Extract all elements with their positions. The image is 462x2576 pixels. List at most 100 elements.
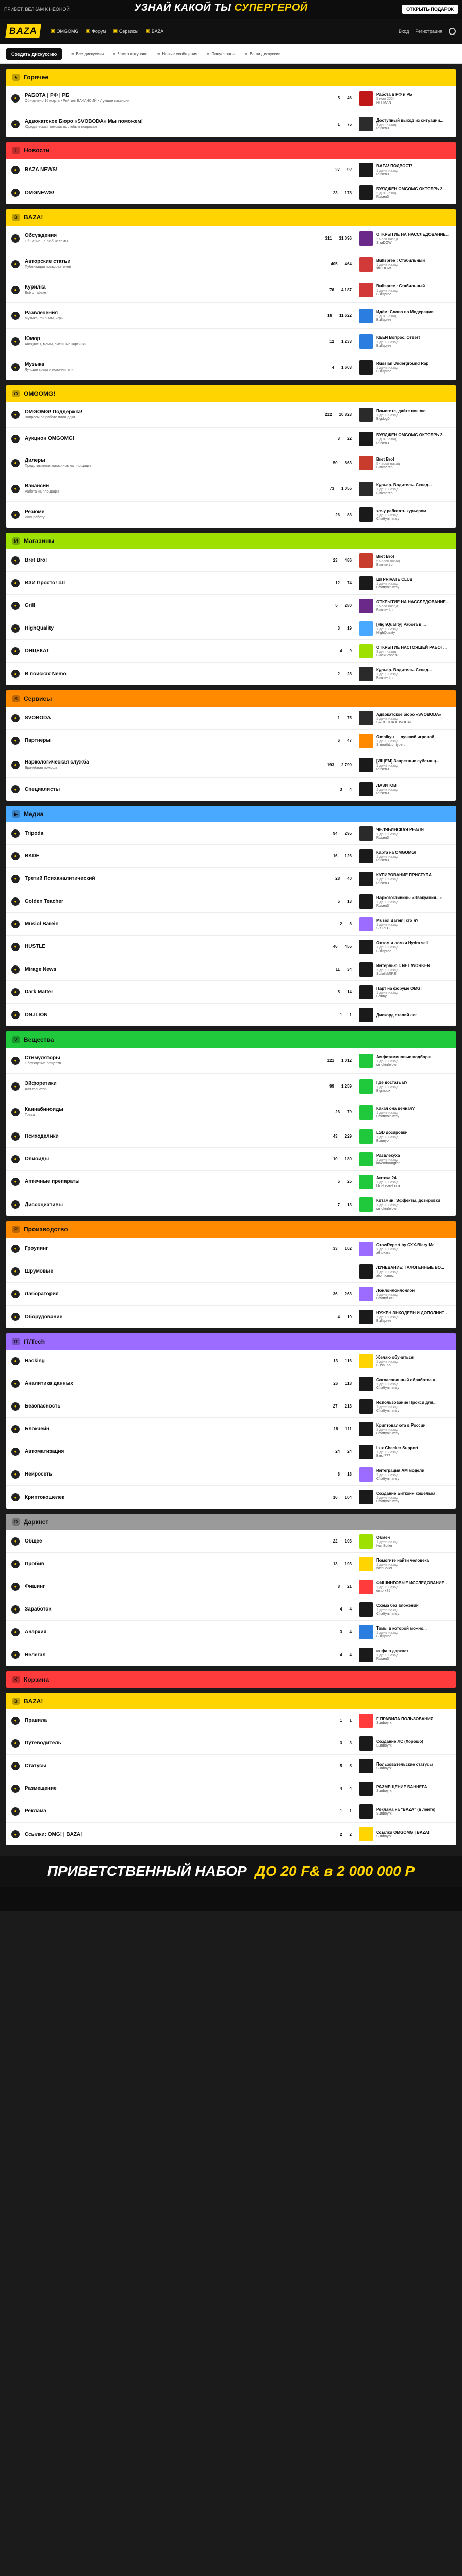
- latest-post[interactable]: Идём: Слово по Модерации 2 дня назад Bulls…: [359, 308, 451, 323]
- forum-node[interactable]: ● Стимуляторы Обсуждение веществ 121 1 012 Ам…: [6, 1048, 456, 1074]
- latest-post-user[interactable]: Rusen3: [376, 195, 446, 199]
- node-title-link[interactable]: Криптокошелек: [25, 1495, 310, 1500]
- latest-post-user[interactable]: BlackBrones7: [376, 654, 450, 657]
- latest-post-title[interactable]: ЧЕЛЯБИНСКАЯ РЕАЛЯ: [376, 827, 424, 832]
- avatar[interactable]: [359, 1781, 373, 1796]
- latest-post-user[interactable]: Rusen3: [376, 768, 439, 771]
- node-title-link[interactable]: Реклама: [25, 1808, 310, 1814]
- latest-post-title[interactable]: Криптовалюта в России: [376, 1423, 426, 1428]
- forum-node[interactable]: ● Ссылки: OMG! | BAZA! 2 2 Ссылки OMGOMG | B…: [6, 1823, 456, 1845]
- avatar[interactable]: [359, 849, 373, 863]
- node-title-link[interactable]: Tripoda: [25, 831, 310, 836]
- avatar[interactable]: [359, 1079, 373, 1094]
- latest-post-title[interactable]: Доступный выход из ситуации...: [376, 118, 443, 123]
- latest-post[interactable]: Кетамин: Эффекты, дозировки 1 день назад s…: [359, 1197, 451, 1212]
- avatar[interactable]: [359, 733, 373, 748]
- latest-post-user[interactable]: ShaDOW: [376, 241, 449, 245]
- forum-node[interactable]: ● Каннабиноиды Трава 26 79 Какая она ценная? 1…: [6, 1099, 456, 1125]
- avatar[interactable]: [359, 1286, 373, 1301]
- latest-post[interactable]: KEEN Вопрос. Ответ! 1 день назад Bullspree: [359, 334, 451, 349]
- node-title-link[interactable]: Резюме: [25, 509, 310, 515]
- latest-post-user[interactable]: Bullspree: [376, 293, 425, 296]
- forum-node[interactable]: ● ОНЦЕКАТ 4 9 ОТКРЫТИЕ НАСТОЯЩЕЙ РАБОТЫ... 3 …: [6, 640, 456, 663]
- avatar[interactable]: [359, 1556, 373, 1571]
- subbar-link-4[interactable]: ≡ Ваши дискуссии: [245, 52, 281, 57]
- latest-post-title[interactable]: Интеграция AM модели: [376, 1468, 424, 1473]
- latest-post-title[interactable]: Схема без вложений: [376, 1603, 419, 1608]
- node-title-link[interactable]: ON.ILION: [25, 1012, 310, 1018]
- latest-post[interactable]: БУЯДЖЕН OMGOMG ОКТЯБРЬ 2... 2 дня назад Ru…: [359, 185, 451, 200]
- latest-post-title[interactable]: Желаю обучиться: [376, 1355, 414, 1360]
- node-title-link[interactable]: Наркологическая служба: [25, 759, 310, 765]
- node-title-link[interactable]: Статусы: [25, 1763, 310, 1769]
- latest-post[interactable]: хочу работать курьером 1 день назад Chatty…: [359, 507, 451, 522]
- forum-node[interactable]: ● Tripoda 94 295 ЧЕЛЯБИНСКАЯ РЕАЛЯ 1 день наз…: [6, 822, 456, 845]
- node-title-link[interactable]: Дилеры: [25, 457, 310, 463]
- forum-node[interactable]: ● Резюме Ищу работу 26 83 хочу работать курье…: [6, 502, 456, 528]
- nav-item-0[interactable]: ▣ OMGOMG: [51, 28, 79, 34]
- forum-node[interactable]: ● Нейросеть 8 18 Интеграция AM модели 1 день …: [6, 1463, 456, 1486]
- latest-post-user[interactable]: Bullspree: [376, 950, 428, 953]
- forum-node[interactable]: ● Специалисты 3 4 ЛАЗИТОВ 1 день назад Rusen3: [6, 778, 456, 801]
- node-title-link[interactable]: Mirage News: [25, 967, 310, 972]
- latest-post[interactable]: Где достать м? 1 день назад Bigmoux: [359, 1079, 451, 1094]
- latest-post-title[interactable]: KEEN Вопрос. Ответ!: [376, 335, 420, 340]
- forum-node[interactable]: ● Лаборатория 36 263 Лонлонлонлонлон 1 день н…: [6, 1283, 456, 1306]
- latest-post[interactable]: НУЖЕН ЭНКОДЕРН И ДОПОЛНИТЕЛЬН...1 день н…: [359, 1310, 451, 1324]
- latest-post-title[interactable]: [ИЩЕМ] Запретные субстанц...: [376, 759, 439, 764]
- avatar[interactable]: [359, 1736, 373, 1751]
- subbar-link-2[interactable]: ≡ Новые сообщения: [157, 52, 197, 57]
- forum-node[interactable]: ● ИЗИ Просто! ШI 12 74 ШI PRIVATE CLUB 1 день…: [6, 572, 456, 595]
- avatar[interactable]: [359, 710, 373, 725]
- forum-node[interactable]: ● Пробив 13 193 Помогите найти человека 1 ден…: [6, 1553, 456, 1575]
- node-title-link[interactable]: Стимуляторы: [25, 1055, 310, 1061]
- latest-post-user[interactable]: Rusen3: [376, 904, 442, 908]
- avatar[interactable]: [359, 1376, 373, 1391]
- latest-post-title[interactable]: Реклама на "BAZA" (в ленте): [376, 1807, 435, 1812]
- forum-node[interactable]: ● HUSTLE 46 455 Оптом и ломки Hydra sell 1 де…: [6, 936, 456, 958]
- avatar[interactable]: [359, 1602, 373, 1617]
- latest-post[interactable]: Помогите найти человека 1 день назад IvanB…: [359, 1556, 451, 1571]
- forum-node[interactable]: ● Hacking 13 116 Желаю обучиться 1 день назад…: [6, 1350, 456, 1372]
- latest-post-title[interactable]: GrowReport by CXX-Blery Mc: [376, 1243, 434, 1247]
- avatar[interactable]: [359, 1804, 373, 1819]
- latest-post[interactable]: ШI PRIVATE CLUB 1 день назад Chattyninimsy: [359, 575, 451, 590]
- node-title-link[interactable]: Музыка: [25, 362, 310, 367]
- forum-node[interactable]: ● Размещение 4 4 РАЗМЕЩЕНИЕ БАННЕРА Sunboyrx: [6, 1777, 456, 1800]
- avatar[interactable]: [359, 939, 373, 954]
- latest-post-user[interactable]: Chattyf3B1: [376, 1297, 415, 1300]
- latest-post-title[interactable]: Musiol Barein| кто я?: [376, 918, 418, 923]
- latest-post-user[interactable]: luxembourgfan: [376, 1162, 400, 1165]
- avatar[interactable]: [359, 231, 373, 246]
- latest-post[interactable]: Работа в РФ и РБ 5 мая 2024 HIT MAN: [359, 91, 451, 106]
- latest-post[interactable]: Bret Bro! 5 часов назад Bimmertjp: [359, 455, 451, 470]
- latest-post-user[interactable]: smokinfelow: [376, 1207, 440, 1211]
- node-title-link[interactable]: HUSTLE: [25, 944, 310, 950]
- latest-post-title[interactable]: БУЯДЖЕН OMGOMG ОКТЯБРЬ 2...: [376, 187, 446, 191]
- latest-post[interactable]: Omnikyu — лучший игровой... 1 день назад S…: [359, 733, 451, 748]
- latest-post-user[interactable]: Chattyninimsy: [376, 517, 426, 521]
- header-link-0[interactable]: Регистрация: [415, 29, 442, 34]
- latest-post[interactable]: Криптовалюта в России 1 день назад Chattyn…: [359, 1421, 451, 1436]
- avatar[interactable]: [359, 1353, 373, 1368]
- category-header[interactable]: D Даркнет: [6, 1514, 456, 1530]
- latest-post-user[interactable]: Bimmertjp: [376, 466, 400, 469]
- node-title-link[interactable]: Заработок: [25, 1606, 310, 1612]
- forum-node[interactable]: ● РАБОТА | РФ | РБ Обновлено 16 марта • Ре…: [6, 86, 456, 111]
- latest-post[interactable]: [HighQuality] Работа в ... 1 день назад Hi…: [359, 621, 451, 636]
- forum-node[interactable]: ● Фишинг 8 21 ФИШИНГОВЫЕ ИССЛЕДОВАНИЕ ВА... 1…: [6, 1575, 456, 1598]
- latest-post[interactable]: Курьер. Водитель. Склад... 1 день назад Bi…: [359, 481, 451, 496]
- node-title-link[interactable]: BAZA NEWS!: [25, 167, 310, 173]
- latest-post-user[interactable]: bluebearebonx: [376, 1184, 400, 1188]
- avatar[interactable]: [359, 757, 373, 772]
- forum-node[interactable]: ● Шрумовые ЛУНЕВАНИЕ: ГАЛОГЕННЫЕ ВО... 1 де…: [6, 1260, 456, 1283]
- node-title-link[interactable]: Каннабиноиды: [25, 1107, 310, 1112]
- forum-node[interactable]: ● Оборудование 4 10 НУЖЕН ЭНКОДЕРН И ДОПОЛНИ…: [6, 1306, 456, 1328]
- latest-post-title[interactable]: Темы в которой можно...: [376, 1626, 427, 1631]
- latest-post-user[interactable]: Bimmertjp: [376, 676, 432, 680]
- latest-post[interactable]: Курьер. Водитель. Склад... 1 день назад Bi…: [359, 667, 451, 681]
- latest-post-user[interactable]: Bush_ao: [376, 1364, 414, 1367]
- promo-button[interactable]: ОТКРЫТЬ ПОДАРОК: [402, 5, 458, 14]
- node-title-link[interactable]: Нелегал: [25, 1652, 310, 1658]
- latest-post-user[interactable]: Bigmoux: [376, 1089, 408, 1093]
